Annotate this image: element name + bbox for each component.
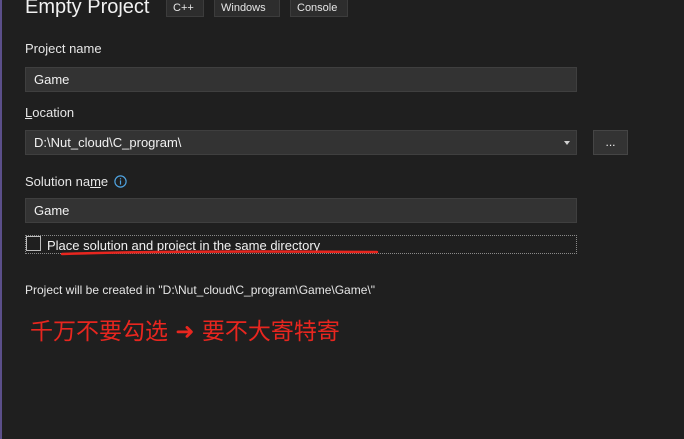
project-path-info: Project will be created in "D:\Nut_cloud…: [25, 283, 375, 297]
location-label: Location: [25, 105, 74, 120]
red-annotation-text: 千万不要勾选 ➜ 要不大寄特寄: [30, 319, 340, 345]
same-directory-label-access-key: d: [270, 238, 278, 253]
info-icon[interactable]: [114, 175, 127, 188]
page-title: Empty Project: [25, 0, 150, 18]
tag-console: Console: [290, 0, 348, 17]
solution-label-access-key: m: [90, 174, 101, 189]
solution-name-input[interactable]: Game: [25, 198, 577, 223]
tag-cpp: C++: [166, 0, 204, 17]
location-value: D:\Nut_cloud\C_program\: [34, 135, 182, 150]
solution-label-prefix: Solution na: [25, 174, 91, 189]
location-combobox[interactable]: D:\Nut_cloud\C_program\: [25, 130, 577, 155]
window-left-edge: [0, 0, 2, 439]
location-label-rest: ocation: [32, 105, 75, 120]
same-directory-label-prefix: Place solution and project in the same: [47, 238, 271, 253]
browse-button[interactable]: ...: [593, 130, 628, 155]
same-directory-label-rest: irectory: [277, 238, 321, 253]
solution-name-label: Solution name: [25, 174, 108, 189]
same-directory-checkbox[interactable]: [26, 236, 41, 251]
project-name-label: Project name: [25, 41, 102, 56]
tag-windows: Windows: [214, 0, 280, 17]
project-name-input[interactable]: Game: [25, 67, 577, 92]
solution-label-rest: e: [100, 174, 109, 189]
chevron-down-icon[interactable]: [564, 141, 570, 145]
same-directory-label[interactable]: Place solution and project in the same d…: [47, 238, 320, 253]
